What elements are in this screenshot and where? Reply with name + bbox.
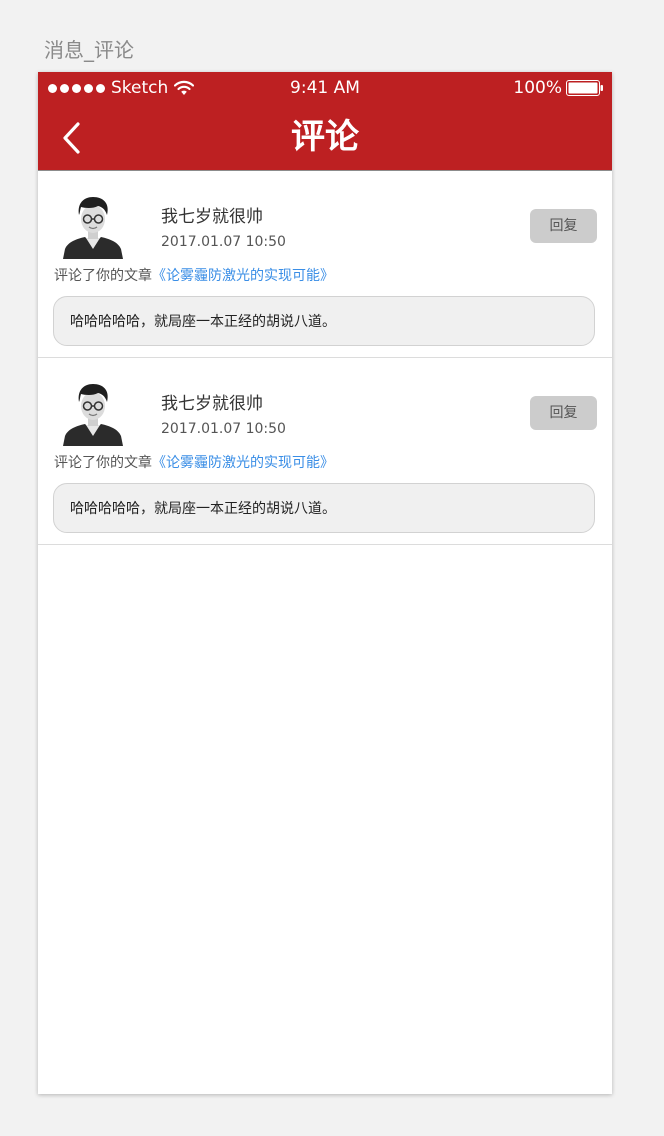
battery-percent: 100% bbox=[513, 78, 562, 98]
comment-username: 我七岁就很帅 bbox=[161, 207, 263, 227]
battery-icon bbox=[566, 80, 603, 96]
comment-action-line: 评论了你的文章《论雾霾防激光的实现可能》 bbox=[54, 265, 334, 287]
phone-screen: Sketch 9:41 AM 100% 评论 我七岁就很帅 2017.01.07… bbox=[38, 72, 612, 1094]
comment-action-line: 评论了你的文章《论雾霾防激光的实现可能》 bbox=[54, 452, 334, 474]
reply-button[interactable]: 回复 bbox=[530, 209, 597, 243]
comment-content-box: 哈哈哈哈哈，就局座一本正经的胡说八道。 bbox=[53, 483, 595, 533]
article-link[interactable]: 《论雾霾防激光的实现可能》 bbox=[152, 268, 334, 284]
status-bar-right: 100% bbox=[513, 78, 604, 98]
comment-time: 2017.01.07 10:50 bbox=[161, 421, 286, 437]
comment-username: 我七岁就很帅 bbox=[161, 394, 263, 414]
comment-content-box: 哈哈哈哈哈，就局座一本正经的胡说八道。 bbox=[53, 296, 595, 346]
reply-button[interactable]: 回复 bbox=[530, 396, 597, 430]
status-bar: Sketch 9:41 AM 100% bbox=[38, 72, 612, 104]
article-link[interactable]: 《论雾霾防激光的实现可能》 bbox=[152, 455, 334, 471]
comment-content: 哈哈哈哈哈，就局座一本正经的胡说八道。 bbox=[70, 501, 336, 517]
page-title: 评论 bbox=[291, 117, 359, 157]
nav-bar: 评论 bbox=[38, 104, 612, 171]
comment-time: 2017.01.07 10:50 bbox=[161, 234, 286, 250]
comment-content: 哈哈哈哈哈，就局座一本正经的胡说八道。 bbox=[70, 314, 336, 330]
avatar-icon[interactable] bbox=[60, 193, 126, 259]
comment-item: 我七岁就很帅 2017.01.07 10:50 回复 评论了你的文章《论雾霾防激… bbox=[38, 358, 612, 545]
action-prefix: 评论了你的文章 bbox=[54, 455, 152, 471]
comment-list: 我七岁就很帅 2017.01.07 10:50 回复 评论了你的文章《论雾霾防激… bbox=[38, 171, 612, 545]
action-prefix: 评论了你的文章 bbox=[54, 268, 152, 284]
artboard-title: 消息_评论 bbox=[44, 38, 134, 62]
comment-item: 我七岁就很帅 2017.01.07 10:50 回复 评论了你的文章《论雾霾防激… bbox=[38, 171, 612, 358]
avatar-icon[interactable] bbox=[60, 380, 126, 446]
